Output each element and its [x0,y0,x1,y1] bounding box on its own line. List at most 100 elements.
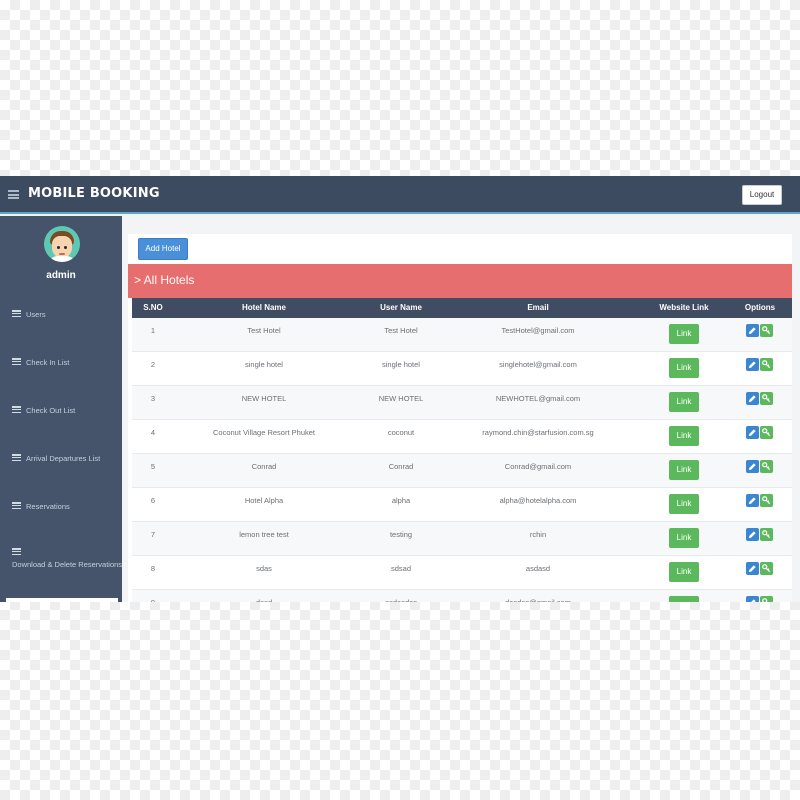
website-link-button[interactable]: Link [669,426,699,446]
website-link-button[interactable]: Link [669,324,699,344]
sidebar-item-users[interactable]: Users [0,298,122,328]
cell-user-name: sdsad [390,564,411,573]
cell-hotel-name: NEW HOTEL [241,394,287,403]
table-row: 7 lemon tree test testing rchin Link [132,522,792,556]
cell-sno: 6 [150,496,156,505]
hotel-table: 1 Test Hotel Test Hotel TestHotel@gmail.com… [132,318,792,602]
edit-icon[interactable] [746,494,759,507]
website-link-button[interactable]: Link [669,596,699,602]
table-row: 2 single hotel single hotel singlehotel@gma… [132,352,792,386]
sidebar-item-check-out-list[interactable]: Check Out List [0,394,122,424]
key-icon[interactable] [760,596,773,602]
cell-email: asdasd [525,564,551,573]
cell-user-name: single hotel [382,360,420,369]
website-link-button[interactable]: Link [669,392,699,412]
cell-email: alpha@hotelalpha.com [499,496,577,505]
list-icon [12,406,21,414]
cell-sno: 2 [150,360,156,369]
edit-icon[interactable] [746,324,759,337]
logout-button[interactable]: Logout [742,185,782,205]
list-icon [12,548,21,556]
edit-icon[interactable] [746,562,759,575]
table-row: 5 Conrad Conrad Conrad@gmail.com Link [132,454,792,488]
cell-email: rchin [529,530,547,539]
key-icon[interactable] [760,324,773,337]
key-icon[interactable] [760,426,773,439]
sidebar-footer-box [6,598,118,602]
key-icon[interactable] [760,528,773,541]
cell-user-name: alpha [391,496,411,505]
cell-sno: 8 [150,564,156,573]
main-content: Add Hotel > All Hotels S.NO Hotel Name U… [128,234,792,602]
list-icon [12,454,21,462]
sidebar-item-label: Check In List [26,358,70,367]
list-icon [12,358,21,366]
website-link-button[interactable]: Link [669,460,699,480]
cell-sno: 5 [150,462,156,471]
cell-user-name: coconut [387,428,415,437]
cell-sno: 9 [136,598,170,602]
key-icon[interactable] [760,562,773,575]
edit-icon[interactable] [746,426,759,439]
sidebar-item-label: Reservations [26,502,70,511]
edit-icon[interactable] [746,596,759,602]
column-header-sno: S.NO [143,303,163,312]
hamburger-menu-icon[interactable] [8,190,19,199]
table-row: 9 dasd asdasdasdasdas@gmail.com Link [132,590,792,602]
sidebar-item-check-in-list[interactable]: Check In List [0,346,122,376]
section-header: > All Hotels [128,264,792,298]
table-row: 3 NEW HOTEL NEW HOTEL NEWHOTEL@gmail.com Lin… [132,386,792,420]
column-header-email: Email [527,303,549,312]
edit-icon[interactable] [746,528,759,541]
cell-sno: 1 [150,326,156,335]
table-row: 1 Test Hotel Test Hotel TestHotel@gmail.com… [132,318,792,352]
website-link-button[interactable]: Link [669,358,699,378]
key-icon[interactable] [760,494,773,507]
sidebar-item-reservations[interactable]: Reservations [0,490,122,520]
cell-sno: 3 [150,394,156,403]
cell-email: Conrad@gmail.com [504,462,572,471]
sidebar-item-label: Download & Delete Reservations [12,560,123,569]
cell-email: singlehotel@gmail.com [499,360,577,369]
user-name: admin [46,270,76,281]
cell-sno: 7 [150,530,156,539]
column-header-options: Options [744,303,776,312]
cell-hotel-name: dasd [202,598,326,602]
sidebar-item-arrival-departures-list[interactable]: Arrival Departures List [0,442,122,472]
cell-user-name: Test Hotel [384,326,418,335]
cell-user-name: testing [389,530,413,539]
cell-email: NEWHOTEL@gmail.com [495,394,581,403]
app-window: MOBILE BOOKING Logout admin Users Check … [0,176,800,602]
cell-hotel-name: sdas [256,564,272,573]
column-header-hotel-name: Hotel Name [241,303,286,312]
cell-hotel-name: Hotel Alpha [244,496,284,505]
key-icon[interactable] [760,358,773,371]
cell-hotel-name: single hotel [245,360,283,369]
cell-email: raymond.chin@starfusion.com.sg [482,428,594,437]
cell-hotel-name: Conrad [251,462,277,471]
sidebar: admin Users Check In List Check Out List… [0,216,122,602]
key-icon[interactable] [760,460,773,473]
sidebar-item-label: Check Out List [26,406,76,415]
table-row: 6 Hotel Alpha alpha alpha@hotelalpha.com Lin… [132,488,792,522]
sidebar-item-label: Users [26,310,46,319]
website-link-button[interactable]: Link [669,494,699,514]
key-icon[interactable] [760,392,773,405]
sidebar-item-download-delete-reservations[interactable]: Download & Delete Reservations [0,538,122,574]
top-bar: MOBILE BOOKING Logout [0,176,800,214]
table-row: 4 Coconut Village Resort Phuket coconut ray… [132,420,792,454]
list-icon [12,310,21,318]
cell-user-name: Conrad [388,462,414,471]
website-link-button[interactable]: Link [669,562,699,582]
edit-icon[interactable] [746,358,759,371]
edit-icon[interactable] [746,460,759,473]
table-header: S.NO Hotel Name User Name Email Website … [132,298,792,318]
edit-icon[interactable] [746,392,759,405]
section-title: > All Hotels [134,273,195,287]
cell-user-name: asdasdas [346,598,456,602]
cell-hotel-name: Test Hotel [247,326,281,335]
add-hotel-button[interactable]: Add Hotel [138,238,188,260]
cell-email: dasdas@gmail.com [458,598,618,602]
website-link-button[interactable]: Link [669,528,699,548]
cell-sno: 4 [150,428,156,437]
